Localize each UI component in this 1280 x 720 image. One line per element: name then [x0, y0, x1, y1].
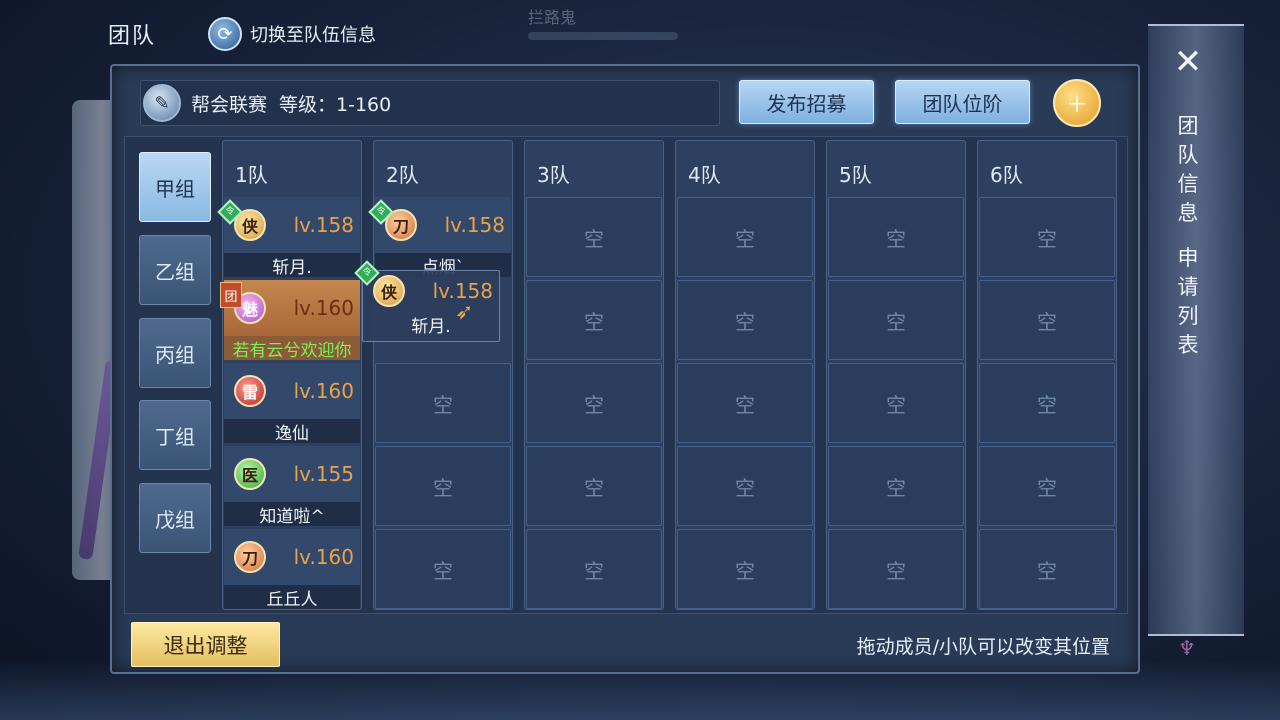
empty-slot[interactable]: 空	[526, 363, 662, 443]
team-header: 1队	[235, 163, 268, 187]
close-icon[interactable]: ✕	[1168, 42, 1208, 82]
class-dao-icon: 刀	[234, 541, 266, 573]
member-name: 丘丘人	[224, 585, 360, 610]
member-name: 斩月.	[224, 253, 360, 278]
exit-adjust-button[interactable]: 退出调整	[131, 622, 280, 667]
group-tab-yi[interactable]: 乙组	[139, 235, 211, 305]
empty-slot[interactable]: 空	[979, 446, 1115, 526]
league-name: 帮会联赛	[191, 93, 268, 116]
empty-slot[interactable]: 空	[526, 446, 662, 526]
empty-slot[interactable]: 空	[828, 280, 964, 360]
add-member-icon[interactable]: ＋	[1053, 79, 1101, 127]
group-tab-jia[interactable]: 甲组	[139, 152, 211, 222]
empty-slot[interactable]: 空	[979, 280, 1115, 360]
switch-label: 切换至队伍信息	[250, 25, 376, 46]
empty-slot[interactable]: 空	[677, 197, 813, 277]
cursor-icon: ➶	[455, 300, 474, 325]
member-name: 逸仙	[224, 419, 360, 444]
team-header: 5队	[839, 163, 872, 187]
member-slot-leader[interactable]: 魅 lv.160 若有云兮欢迎你 团	[220, 280, 360, 361]
empty-slot[interactable]: 空	[375, 363, 511, 443]
empty-slot[interactable]: 空	[677, 529, 813, 609]
member-slot[interactable]: 医 lv.155 知道啦^	[224, 446, 360, 527]
empty-slot[interactable]: 空	[828, 446, 964, 526]
member-slot[interactable]: 刀 lv.158 点烟`	[375, 197, 511, 278]
refresh-icon: ⟳	[208, 17, 242, 51]
group-tab-bing[interactable]: 丙组	[139, 318, 211, 388]
leader-badge: 团	[220, 282, 242, 308]
member-level: lv.155	[293, 462, 354, 486]
background-player-name: 拦路鬼	[528, 8, 577, 27]
member-name: 知道啦^	[224, 502, 360, 527]
empty-slot[interactable]: 空	[828, 363, 964, 443]
member-level: lv.158	[444, 213, 505, 237]
drag-hint: 拖动成员/小队可以改变其位置	[856, 636, 1110, 658]
empty-slot[interactable]: 空	[375, 529, 511, 609]
team-rank-button[interactable]: 团队位阶	[895, 80, 1030, 124]
empty-slot[interactable]: 空	[375, 446, 511, 526]
team-header: 3队	[537, 163, 570, 187]
member-name: 若有云兮欢迎你	[224, 336, 360, 361]
tassel-icon: ♆	[1178, 636, 1196, 660]
sidebar-tab-apply-list[interactable]: 申请列表	[1175, 244, 1201, 360]
member-level: lv.160	[293, 545, 354, 569]
class-lei-icon: 雷	[234, 375, 266, 407]
empty-slot[interactable]: 空	[828, 529, 964, 609]
empty-slot[interactable]: 空	[526, 197, 662, 277]
empty-slot[interactable]: 空	[979, 529, 1115, 609]
member-slot[interactable]: 侠 lv.158 斩月.	[224, 197, 360, 278]
page-title: 团队	[108, 24, 157, 49]
team-header: 2队	[386, 163, 419, 187]
class-xia-icon: 侠	[373, 275, 405, 307]
league-icon: ✎	[143, 84, 181, 122]
empty-slot[interactable]: 空	[526, 280, 662, 360]
background-bar	[528, 32, 678, 40]
team-header: 4队	[688, 163, 721, 187]
sidebar-tab-team-info[interactable]: 团队信息	[1175, 112, 1201, 228]
publish-recruit-button[interactable]: 发布招募	[739, 80, 874, 124]
empty-slot[interactable]: 空	[828, 197, 964, 277]
group-tab-wu[interactable]: 戊组	[139, 483, 211, 553]
league-header: ✎ 帮会联赛 等级：1-160	[140, 80, 720, 126]
empty-slot[interactable]: 空	[979, 363, 1115, 443]
empty-slot[interactable]: 空	[677, 363, 813, 443]
member-level: lv.158	[293, 213, 354, 237]
team-header: 6队	[990, 163, 1023, 187]
empty-slot[interactable]: 空	[677, 446, 813, 526]
member-slot[interactable]: 雷 lv.160 逸仙	[224, 363, 360, 444]
class-yi-icon: 医	[234, 458, 266, 490]
group-tab-ding[interactable]: 丁组	[139, 400, 211, 470]
league-level: 等级：1-160	[279, 93, 392, 116]
member-slot[interactable]: 刀 lv.160 丘丘人	[224, 529, 360, 610]
empty-slot[interactable]: 空	[979, 197, 1115, 277]
member-level: lv.160	[293, 379, 354, 403]
empty-slot[interactable]: 空	[526, 529, 662, 609]
empty-slot[interactable]: 空	[677, 280, 813, 360]
member-level: lv.160	[293, 296, 354, 320]
switch-team-info-button[interactable]: ⟳ 切换至队伍信息	[208, 17, 376, 51]
